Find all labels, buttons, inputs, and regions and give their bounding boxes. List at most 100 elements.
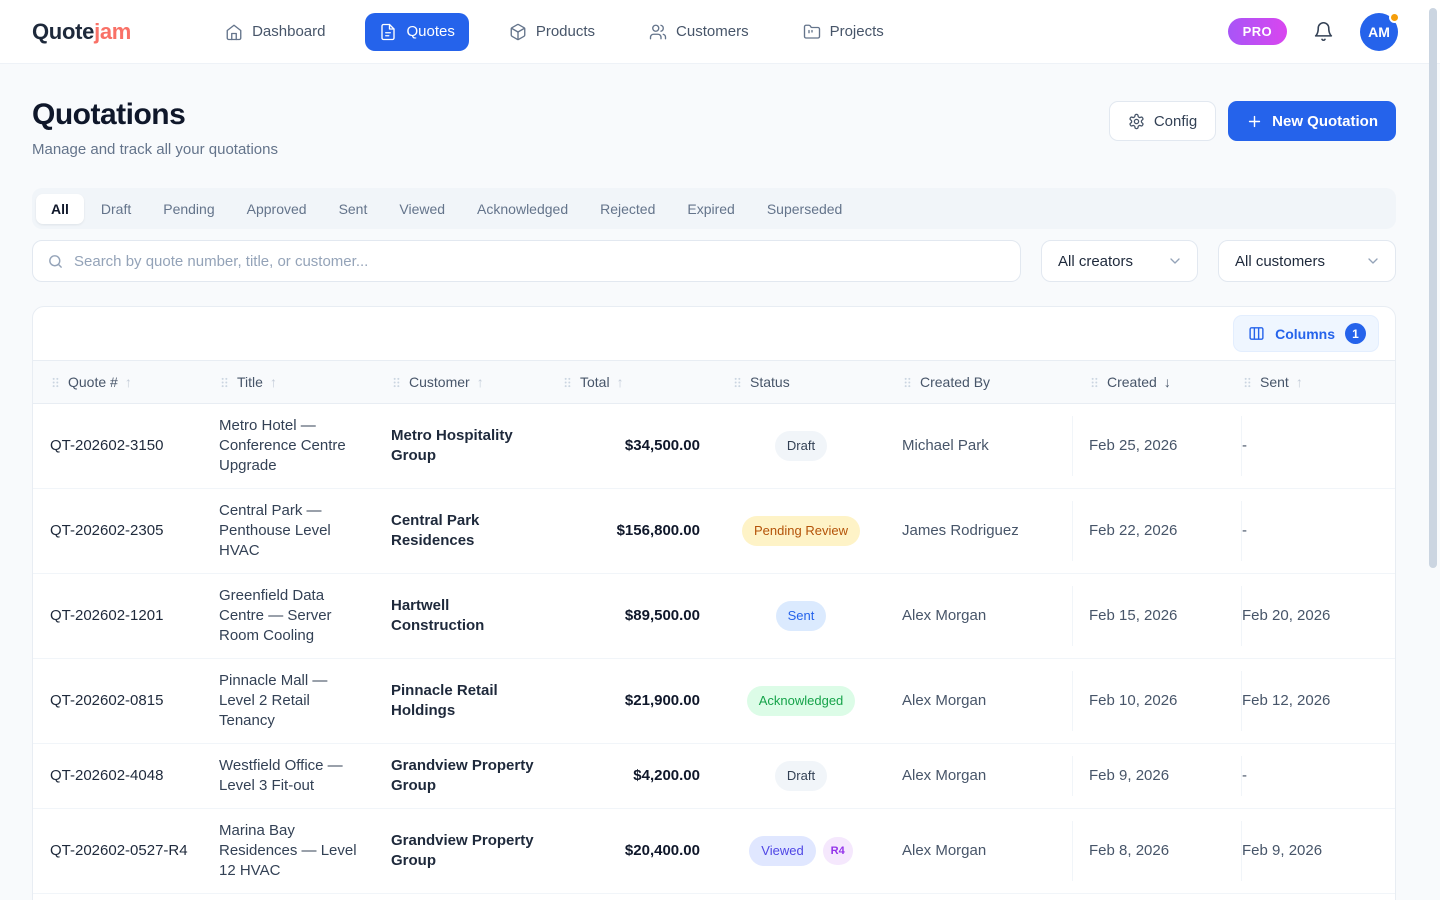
column-header-label: Status <box>750 374 790 390</box>
column-header-status[interactable]: Status <box>732 361 902 403</box>
tab-sent[interactable]: Sent <box>324 194 383 224</box>
logo-text-primary: Quote <box>32 19 94 44</box>
table-row[interactable]: QT-202602-0815Pinnacle Mall — Level 2 Re… <box>33 659 1395 744</box>
columns-button-label: Columns <box>1275 326 1335 342</box>
column-header-sent[interactable]: Sent ↑ <box>1242 361 1395 403</box>
header-actions: Config New Quotation <box>1109 101 1396 141</box>
cell-created-by: Alex Morgan <box>902 606 1072 626</box>
table-row[interactable]: QT-202602-0527-R4Marina Bay Residences —… <box>33 809 1395 894</box>
cell-quote-number: QT-202602-1201 <box>50 606 205 626</box>
new-quotation-button[interactable]: New Quotation <box>1228 101 1396 141</box>
avatar[interactable]: AM <box>1360 13 1398 51</box>
cell-quote-number: QT-202602-3150 <box>50 436 205 456</box>
nav-item-label: Projects <box>830 23 884 40</box>
cell-sent-date: Feb 9, 2026 <box>1242 841 1395 861</box>
nav-item-projects[interactable]: Projects <box>789 13 898 51</box>
grip-icon <box>219 376 230 389</box>
cell-title: Greenfield Data Centre — Server Room Coo… <box>219 586 379 646</box>
column-header-label: Sent <box>1260 374 1289 390</box>
cell-created-date: Feb 15, 2026 <box>1072 586 1242 646</box>
nav-item-label: Dashboard <box>252 23 325 40</box>
columns-icon <box>1248 325 1265 342</box>
columns-count-badge: 1 <box>1345 323 1366 344</box>
table-row[interactable]: QT-202602-2305Central Park — Penthouse L… <box>33 489 1395 574</box>
creators-select[interactable]: All creators <box>1041 240 1198 282</box>
sort-down-icon: ↓ <box>1164 374 1171 390</box>
column-header-created_by[interactable]: Created By <box>902 361 1072 403</box>
customers-select[interactable]: All customers <box>1218 240 1396 282</box>
cell-total: $4,200.00 <box>562 766 732 786</box>
cell-customer: Grandview Property Group <box>391 831 562 871</box>
cell-sent-date: Feb 20, 2026 <box>1242 606 1395 626</box>
column-header-total[interactable]: Total↑ <box>562 361 732 403</box>
grip-icon <box>1089 376 1100 389</box>
tab-draft[interactable]: Draft <box>86 194 146 224</box>
table-header-row: Quote #↑Title↑Customer↑Total↑StatusCreat… <box>33 360 1395 404</box>
customers-select-value: All customers <box>1235 253 1325 270</box>
tab-approved[interactable]: Approved <box>232 194 322 224</box>
cell-sent-date: - <box>1242 766 1395 786</box>
creators-select-value: All creators <box>1058 253 1133 270</box>
search-input[interactable] <box>74 253 1006 270</box>
tab-pending[interactable]: Pending <box>148 194 229 224</box>
avatar-initials: AM <box>1368 24 1390 40</box>
cell-status: ViewedR4 <box>732 836 902 866</box>
tab-rejected[interactable]: Rejected <box>585 194 670 224</box>
column-header-label: Total <box>580 374 610 390</box>
table-row[interactable]: QT-202602-0527Marina Bay Residences — Le… <box>33 894 1395 900</box>
cell-status: Pending Review <box>732 516 902 546</box>
quotations-table-card: Columns 1 Quote #↑Title↑Customer↑Total↑S… <box>32 306 1396 900</box>
cell-created-by: James Rodriguez <box>902 521 1072 541</box>
column-header-title[interactable]: Title ↑ <box>219 361 391 403</box>
page-header: Quotations Manage and track all your quo… <box>32 98 1396 158</box>
page-scrollbar[interactable] <box>1429 8 1437 568</box>
tab-expired[interactable]: Expired <box>672 194 749 224</box>
main-nav: Dashboard Quotes Products Customers Projects <box>211 13 898 51</box>
nav-item-quotes[interactable]: Quotes <box>365 13 468 51</box>
topbar-right: PRO AM <box>1228 13 1398 51</box>
status-badge: Acknowledged <box>747 686 856 716</box>
column-header-label: Customer <box>409 374 470 390</box>
grip-icon <box>391 376 402 389</box>
pro-badge: PRO <box>1228 18 1287 45</box>
cell-customer: Hartwell Construction <box>391 596 562 636</box>
bell-icon[interactable] <box>1313 21 1334 42</box>
notification-dot <box>1389 12 1400 23</box>
table-row[interactable]: QT-202602-1201 Greenfield Data Centre — S… <box>33 574 1395 659</box>
cell-customer: Central Park Residences <box>391 511 562 551</box>
nav-item-dashboard[interactable]: Dashboard <box>211 13 339 51</box>
cell-status: Acknowledged <box>732 686 902 716</box>
config-button[interactable]: Config <box>1109 101 1216 141</box>
cell-sent-date: - <box>1242 521 1395 541</box>
column-header-label: Title <box>237 374 263 390</box>
cell-created-date: Feb 10, 2026 <box>1072 671 1242 731</box>
nav-item-customers[interactable]: Customers <box>635 13 763 51</box>
sort-up-icon: ↑ <box>270 374 277 390</box>
app-logo[interactable]: Quotejam <box>32 19 131 45</box>
tab-all[interactable]: All <box>36 194 84 224</box>
columns-button[interactable]: Columns 1 <box>1233 315 1379 352</box>
column-header-customer[interactable]: Customer↑ <box>391 361 562 403</box>
grip-icon <box>732 376 743 389</box>
column-header-quote[interactable]: Quote #↑ <box>50 361 219 403</box>
file-text-icon <box>379 23 397 41</box>
cell-status: Draft <box>732 431 902 461</box>
page-title: Quotations <box>32 98 278 132</box>
nav-item-products[interactable]: Products <box>495 13 609 51</box>
sort-up-icon: ↑ <box>1296 374 1303 390</box>
grip-icon <box>1242 376 1253 389</box>
grip-icon <box>50 376 61 389</box>
tab-viewed[interactable]: Viewed <box>384 194 460 224</box>
revision-badge: R4 <box>823 837 853 865</box>
cell-title: Pinnacle Mall — Level 2 Retail Tenancy <box>219 671 379 731</box>
folder-icon <box>803 23 821 41</box>
tab-superseded[interactable]: Superseded <box>752 194 858 224</box>
status-badge: Pending Review <box>742 516 860 546</box>
package-icon <box>509 23 527 41</box>
cell-total: $34,500.00 <box>562 436 732 456</box>
table-row[interactable]: QT-202602-4048Westfield Office — Level 3… <box>33 744 1395 809</box>
cell-sent-date: - <box>1242 436 1395 456</box>
tab-acknowledged[interactable]: Acknowledged <box>462 194 583 224</box>
table-row[interactable]: QT-202602-3150Metro Hotel — Conference C… <box>33 404 1395 489</box>
column-header-created[interactable]: Created↓ <box>1072 361 1242 403</box>
